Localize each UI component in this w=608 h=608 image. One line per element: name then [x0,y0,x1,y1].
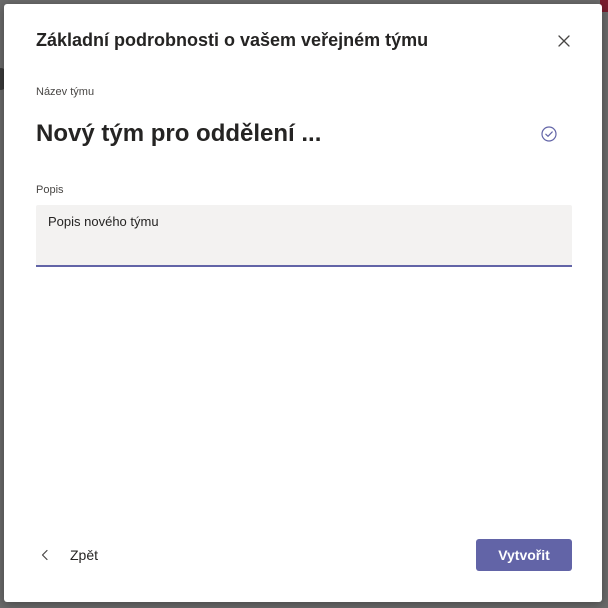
description-label: Popis [36,184,64,196]
create-button[interactable]: Vytvořit [476,539,572,571]
back-button-label: Zpět [70,547,99,563]
description-field[interactable]: Popis nového týmu [36,205,572,267]
check-circle-icon [540,125,558,143]
team-name-value[interactable]: Nový tým pro oddělení ... [36,120,516,148]
close-icon [558,35,570,47]
close-button[interactable] [554,31,574,51]
dialog-title: Základní podrobnosti o vašem veřejném tý… [36,30,429,50]
chevron-left-icon [41,549,48,561]
back-button[interactable]: Zpět [36,544,98,566]
create-team-dialog: Základní podrobnosti o vašem veřejném tý… [4,4,602,602]
team-name-label: Název týmu [36,86,95,98]
